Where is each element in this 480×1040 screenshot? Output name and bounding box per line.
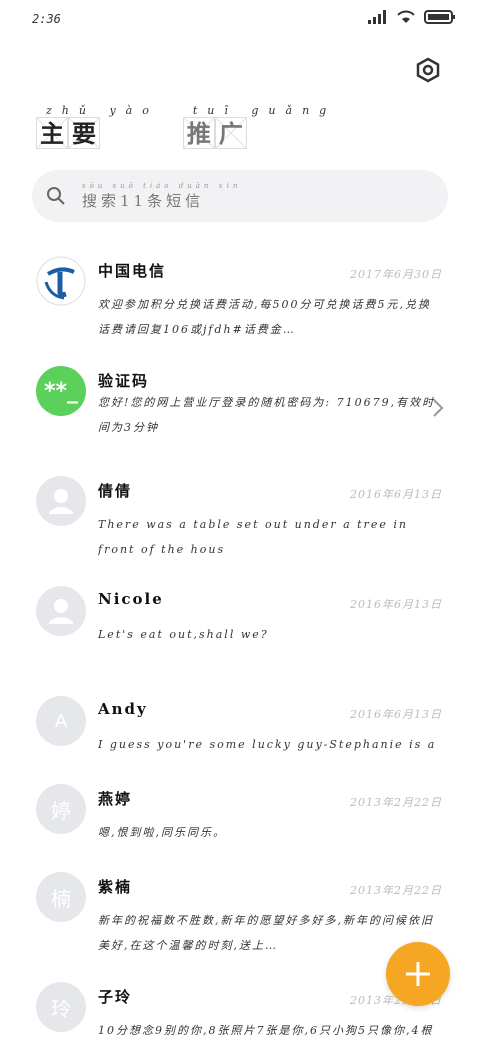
avatar bbox=[36, 476, 86, 526]
avatar: 玲 bbox=[36, 982, 86, 1032]
message-preview: 10分想念9别的你,8张照片7张是你,6只小狗5只像你,4根骨头3根归你,2只羊… bbox=[98, 1024, 434, 1037]
message-list: 中国电信 2017年6月30日 欢迎参加积分兑换话费活动,每500分可兑换话费5… bbox=[0, 240, 480, 1040]
avatar: 婷 bbox=[36, 784, 86, 834]
tab-pinyin: tuī guǎng bbox=[192, 104, 337, 117]
sender-name: 燕婷 bbox=[98, 790, 133, 808]
search-placeholder: sōu suǒ tiáo duǎn xìn 搜索11条短信 bbox=[82, 182, 241, 211]
tab-char: 推 bbox=[182, 117, 215, 149]
expand-button[interactable] bbox=[432, 398, 444, 422]
status-bar: 2:36 bbox=[0, 0, 480, 40]
search-pinyin: sōu suǒ tiáo duǎn xìn bbox=[82, 181, 242, 190]
settings-button[interactable] bbox=[410, 52, 446, 88]
message-item[interactable]: A Andy 2016年6月13日 I guess you're some lu… bbox=[0, 680, 480, 768]
tab-promotion[interactable]: tuī guǎng 推 广 bbox=[182, 104, 337, 149]
avatar bbox=[36, 586, 86, 636]
new-message-button[interactable] bbox=[386, 942, 450, 1006]
gear-icon bbox=[416, 57, 440, 83]
tab-bar: zhǔ yào 主 要 tuī guǎng 推 广 bbox=[36, 104, 336, 149]
battery-icon bbox=[424, 10, 455, 24]
tab-pinyin: zhǔ yào bbox=[46, 104, 159, 117]
tab-main[interactable]: zhǔ yào 主 要 bbox=[36, 104, 159, 149]
message-preview: 您好!您的网上营业厅登录的随机密码为: 710679,有效时间为3分钟 bbox=[98, 396, 436, 434]
avatar bbox=[36, 256, 86, 306]
chevron-right-icon bbox=[433, 399, 444, 417]
message-item[interactable]: 中国电信 2017年6月30日 欢迎参加积分兑换话费活动,每500分可兑换话费5… bbox=[0, 240, 480, 350]
message-item[interactable]: 婷 燕婷 2013年2月22日 嗯,恨到啦,同乐同乐。 bbox=[0, 768, 480, 856]
message-preview: I guess you're some lucky guy-Stephanie … bbox=[98, 738, 442, 751]
message-date: 2016年6月13日 bbox=[350, 598, 442, 611]
person-icon bbox=[49, 489, 73, 514]
signal-icon bbox=[368, 10, 386, 24]
sender-name: 紫楠 bbox=[98, 878, 133, 896]
message-date: 2016年6月13日 bbox=[350, 708, 442, 721]
tab-char: 主 bbox=[36, 117, 68, 149]
message-item[interactable]: Nicole 2016年6月13日 Let's eat out,shall we… bbox=[0, 570, 480, 680]
avatar: A bbox=[36, 696, 86, 746]
tab-char: 要 bbox=[68, 117, 100, 149]
wifi-icon bbox=[397, 10, 415, 23]
sender-name: 子玲 bbox=[98, 988, 133, 1006]
avatar: **_ bbox=[36, 366, 86, 416]
sender-name: 中国电信 bbox=[98, 262, 167, 280]
message-preview: 新年的祝福数不胜数,新年的愿望好多好多,新年的问候依旧美好,在这个温馨的时刻,送… bbox=[98, 914, 434, 952]
message-date: 2013年2月22日 bbox=[350, 884, 442, 897]
sender-name: 倩倩 bbox=[98, 482, 133, 500]
sender-name: 验证码 bbox=[98, 372, 150, 390]
message-date: 2013年2月22日 bbox=[350, 796, 442, 809]
plus-icon bbox=[406, 962, 430, 986]
search-icon bbox=[47, 187, 65, 205]
sender-name: Andy bbox=[98, 700, 148, 718]
message-preview: Let's eat out,shall we? bbox=[98, 628, 269, 641]
telecom-logo-icon bbox=[36, 256, 86, 306]
tab-char: 广 bbox=[214, 117, 247, 149]
message-preview: 欢迎参加积分兑换话费活动,每500分可兑换话费5元,兑换话费请回复106或jfd… bbox=[98, 298, 431, 336]
sender-name: Nicole bbox=[98, 590, 164, 608]
person-icon bbox=[49, 599, 73, 624]
tab-label: 推 广 bbox=[182, 117, 247, 149]
search-placeholder-text: 搜索11条短信 bbox=[82, 191, 205, 210]
tab-label: 主 要 bbox=[36, 117, 100, 149]
status-icons bbox=[368, 10, 456, 24]
message-date: 2016年6月13日 bbox=[350, 488, 442, 501]
avatar: 楠 bbox=[36, 872, 86, 922]
status-time: 2:36 bbox=[32, 12, 61, 26]
message-item[interactable]: **_ 验证码 您好!您的网上营业厅登录的随机密码为: 710679,有效时间为… bbox=[0, 350, 480, 460]
message-preview: There was a table set out under a tree i… bbox=[98, 518, 408, 556]
message-date: 2017年6月30日 bbox=[350, 268, 442, 281]
search-input[interactable]: sōu suǒ tiáo duǎn xìn 搜索11条短信 bbox=[32, 170, 448, 222]
message-item[interactable]: 倩倩 2016年6月13日 There was a table set out … bbox=[0, 460, 480, 570]
